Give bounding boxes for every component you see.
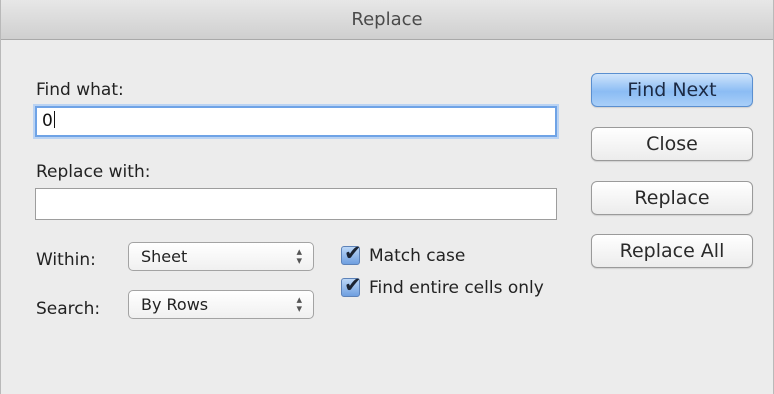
replace-with-input[interactable]	[35, 188, 557, 220]
checkmark-icon: ✔	[344, 273, 362, 297]
within-label: Within:	[36, 250, 96, 270]
replace-all-button[interactable]: Replace All	[591, 234, 753, 268]
checkmark-icon: ✔	[344, 241, 362, 265]
title-bar[interactable]: Replace	[1, 0, 773, 40]
find-next-button[interactable]: Find Next	[591, 73, 753, 107]
within-select[interactable]: Sheet ▴ ▾	[128, 242, 314, 271]
find-what-label: Find what:	[36, 80, 124, 100]
close-button[interactable]: Close	[591, 127, 753, 161]
match-case-label[interactable]: Match case	[369, 246, 465, 266]
find-what-value: 0	[42, 111, 53, 131]
search-select[interactable]: By Rows ▴ ▾	[128, 290, 314, 319]
text-caret	[53, 111, 55, 128]
replace-with-label: Replace with:	[36, 162, 151, 182]
window-title: Replace	[351, 9, 423, 30]
up-down-chevron-icon: ▴ ▾	[296, 293, 302, 315]
find-entire-cells-checkbox[interactable]: ✔	[341, 273, 362, 297]
match-case-checkbox[interactable]: ✔	[341, 241, 362, 265]
replace-dialog: Replace Find what: 0 Replace with: Withi…	[0, 0, 774, 394]
find-what-input[interactable]: 0	[35, 106, 557, 137]
search-label: Search:	[36, 299, 101, 319]
find-entire-cells-label[interactable]: Find entire cells only	[369, 278, 544, 298]
replace-button[interactable]: Replace	[591, 181, 753, 215]
within-select-value: Sheet	[141, 247, 188, 266]
search-select-value: By Rows	[141, 295, 209, 314]
up-down-chevron-icon: ▴ ▾	[296, 245, 302, 267]
